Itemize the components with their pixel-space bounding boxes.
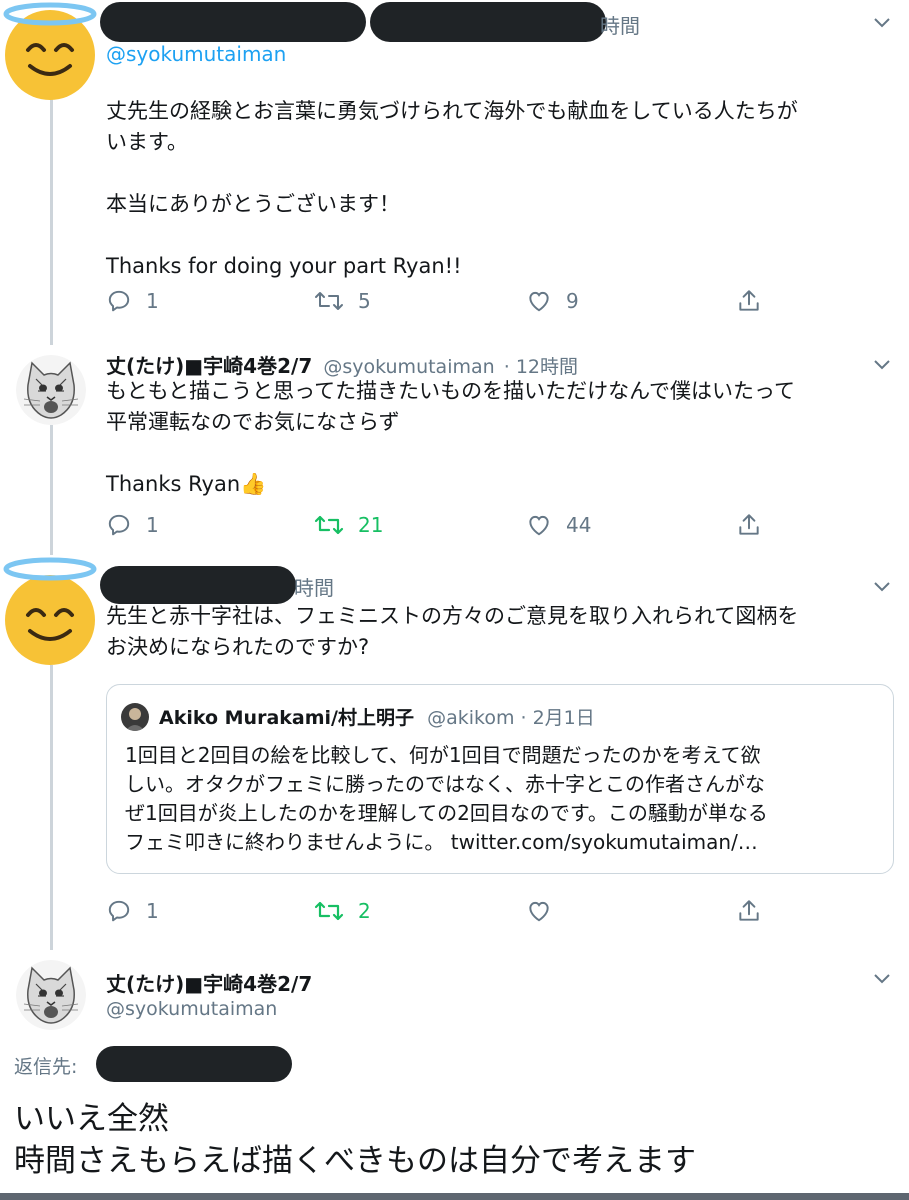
- reply-icon: [108, 290, 130, 312]
- retweet-icon: [314, 901, 344, 921]
- chevron-down-icon[interactable]: [872, 16, 892, 30]
- reply-button[interactable]: 1: [106, 898, 159, 924]
- like-button[interactable]: 9: [526, 288, 579, 314]
- tweet-text: もともと描こうと思ってた描きたいものを描いただけなんで僕はいたって 平常運転なの…: [106, 376, 886, 500]
- reply-count: 1: [146, 899, 159, 923]
- quote-header: Akiko Murakami/村上明子 @akikom · 2月1日: [159, 703, 595, 730]
- tweet-time[interactable]: 時間: [294, 572, 334, 601]
- redacted-reply-target: [96, 1046, 292, 1082]
- tweet-text: いいえ全然 時間さえもらえば描くべきものは自分で考えます: [14, 1101, 696, 1179]
- like-icon: [529, 515, 549, 536]
- share-icon: [739, 900, 759, 921]
- reply-button[interactable]: 1: [106, 288, 159, 314]
- thread-line: [50, 425, 53, 555]
- thread-line: [50, 665, 53, 950]
- redacted-name: [100, 2, 366, 42]
- tweet-time[interactable]: · 12時間: [504, 356, 578, 378]
- reply-count: 1: [146, 289, 159, 313]
- like-button[interactable]: [526, 898, 552, 924]
- tweet-handle[interactable]: @syokumutaiman: [106, 998, 277, 1020]
- retweet-count: 5: [358, 289, 371, 313]
- quoted-tweet[interactable]: Akiko Murakami/村上明子 @akikom · 2月1日 1回目と2…: [106, 684, 894, 874]
- reply-to-label: 返信先:: [14, 1056, 78, 1078]
- chevron-down-icon[interactable]: [872, 358, 892, 372]
- share-icon: [739, 514, 759, 535]
- like-button[interactable]: 44: [526, 512, 591, 538]
- share-button[interactable]: [736, 898, 762, 924]
- display-name[interactable]: 丈(たけ)■宇崎4巻2/7: [106, 968, 312, 997]
- retweet-button[interactable]: 2: [314, 898, 371, 924]
- quote-handle[interactable]: @akikom · 2月1日: [427, 707, 595, 729]
- halo-smiley-avatar[interactable]: [0, 555, 100, 665]
- reply-count: 1: [146, 513, 159, 537]
- like-count: 44: [566, 513, 592, 537]
- like-icon: [529, 291, 549, 312]
- quote-display-name[interactable]: Akiko Murakami/村上明子: [159, 707, 414, 729]
- redacted-name: [370, 2, 606, 42]
- quote-link[interactable]: twitter.com/syokumutaiman/…: [451, 830, 758, 854]
- tweet-header: 丈(たけ)■宇崎4巻2/7 @syokumutaiman · 12時間: [106, 350, 578, 379]
- reply-icon: [108, 514, 130, 536]
- retweet-button[interactable]: 5: [314, 288, 371, 314]
- tweet-text: 先生と赤十字社は、フェミニストの方々のご意見を取り入れられて図柄を お決めになら…: [106, 604, 799, 659]
- like-icon: [529, 901, 549, 922]
- retweet-count: 21: [358, 513, 384, 537]
- tweet-text: 丈先生の経験とお言葉に勇気づけられて海外でも献血をしている人たちが います。 本…: [106, 99, 798, 278]
- retweet-count: 2: [358, 899, 371, 923]
- share-button[interactable]: [736, 288, 762, 314]
- tweet-text-content: もともと描こうと思ってた描きたいものを描いただけなんで僕はいたって 平常運転なの…: [106, 379, 796, 496]
- retweet-icon: [314, 515, 344, 535]
- cat-avatar[interactable]: [16, 960, 86, 1030]
- share-icon: [739, 290, 759, 311]
- share-button[interactable]: [736, 512, 762, 538]
- retweet-icon: [315, 292, 343, 310]
- bottom-border: [0, 1193, 909, 1200]
- display-name[interactable]: 丈(たけ)■宇崎4巻2/7: [106, 354, 312, 378]
- tweet-handle[interactable]: @syokumutaiman: [323, 356, 494, 378]
- thumbs-up-emoji: 👍: [240, 472, 267, 496]
- cat-avatar[interactable]: [16, 355, 86, 425]
- halo-smiley-avatar[interactable]: [0, 0, 100, 100]
- thread-line: [50, 95, 53, 345]
- tweet-time[interactable]: 時間: [600, 10, 640, 39]
- like-count: 9: [566, 289, 579, 313]
- redacted-name: [100, 566, 296, 604]
- retweet-button[interactable]: 21: [314, 512, 383, 538]
- chevron-down-icon[interactable]: [872, 972, 892, 986]
- reply-icon: [108, 900, 130, 922]
- tweet-handle[interactable]: @syokumutaiman: [106, 42, 286, 66]
- quote-text: 1回目と2回目の絵を比較して、何が1回目で問題だったのかを考えて欲 しい。オタク…: [125, 741, 885, 857]
- chevron-down-icon[interactable]: [872, 580, 892, 594]
- reply-button[interactable]: 1: [106, 512, 159, 538]
- quote-avatar: [121, 703, 149, 731]
